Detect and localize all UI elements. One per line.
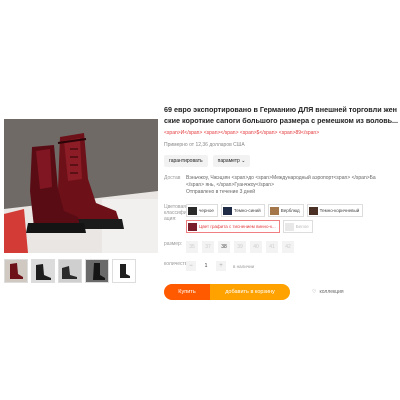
buy-button[interactable]: Купить xyxy=(164,284,210,300)
size-option[interactable]: 38 xyxy=(218,241,230,253)
size-option[interactable]: 40 xyxy=(250,241,262,253)
add-to-cart-button[interactable]: добавить в корзину xyxy=(210,284,290,300)
title-line-1: 69 евро экспортировано в Германию ДЛЯ вн… xyxy=(164,105,397,114)
shipping-label: Достав xyxy=(164,175,181,181)
color-name: Темно-синий xyxy=(233,208,261,213)
main-product-image[interactable] xyxy=(4,119,158,253)
plus-button[interactable]: + xyxy=(216,261,226,271)
thumbnail-strip xyxy=(4,259,136,283)
color-thumbnail xyxy=(269,206,279,215)
color-option[interactable]: Темно-коричневый xyxy=(306,204,364,217)
product-title: 69 евро экспортировано в Германию ДЛЯ вн… xyxy=(164,104,400,126)
color-option[interactable]: Белое xyxy=(282,220,313,233)
shipping-row: Достав Вэньчжоу, Чжэцзян <span>до <span>… xyxy=(164,175,400,196)
color-thumbnail xyxy=(308,206,318,215)
product-info: 69 евро экспортировано в Германию ДЛЯ вн… xyxy=(164,104,400,300)
thumbnail-2[interactable] xyxy=(31,259,55,283)
params-button[interactable]: параметр ⌄ xyxy=(212,155,251,167)
size-options: 35 37 38 39 40 41 42 xyxy=(186,241,294,253)
thumbnail-3[interactable] xyxy=(58,259,82,283)
quantity-input[interactable]: 1 xyxy=(199,261,213,271)
minus-button[interactable]: − xyxy=(186,261,196,271)
shipping-line-2: </span> янь, </span>Гуанчжоу</span> xyxy=(186,182,274,188)
color-option[interactable]: Темно-синий xyxy=(220,204,265,217)
quantity-stepper: − 1 + в наличии xyxy=(186,261,254,271)
guarantee-button[interactable]: гарантировать xyxy=(164,155,208,167)
quantity-row: количество: − 1 + в наличии xyxy=(164,261,400,271)
product-subtitle: <span>И</span> <span></span> <span>$</sp… xyxy=(164,130,320,136)
color-name: Белое xyxy=(295,224,309,229)
size-option[interactable]: 35 xyxy=(186,241,198,253)
color-row: Цветовая классифик ация: черное Темно-си… xyxy=(164,204,400,233)
shipping-line-3: Отправлено в течение 3 дней xyxy=(186,189,256,195)
color-name: Верблюд xyxy=(280,208,300,213)
size-label: размер: xyxy=(164,241,183,247)
params-label: параметр xyxy=(217,158,240,164)
size-option[interactable]: 41 xyxy=(266,241,278,253)
shipping-info: Вэньчжоу, Чжэцзян <span>до <span>Междуна… xyxy=(186,175,376,196)
color-thumbnail xyxy=(188,206,197,215)
color-option-selected[interactable]: Цвет графита с тиснением винно-к... xyxy=(186,220,280,233)
thumbnail-1[interactable] xyxy=(4,259,28,283)
color-thumbnail xyxy=(222,206,232,215)
size-row: размер: 35 37 38 39 40 41 42 xyxy=(164,241,400,253)
title-line-2: ские короткие сапоги большого размера с … xyxy=(164,116,399,125)
collection-button[interactable]: ♡ коллекция xyxy=(312,289,344,295)
size-option[interactable]: 39 xyxy=(234,241,246,253)
color-name: черное xyxy=(199,208,214,213)
color-option[interactable]: черное xyxy=(186,204,218,217)
collection-label: коллекция xyxy=(319,289,344,295)
purchase-actions: Купить добавить в корзину ♡ коллекция xyxy=(164,284,344,300)
color-name: Темно-коричневый xyxy=(319,208,360,213)
color-thumbnail xyxy=(284,222,294,231)
shipping-line-1: Вэньчжоу, Чжэцзян <span>до <span>Междуна… xyxy=(186,175,376,181)
thumbnail-5[interactable] xyxy=(112,259,136,283)
chevron-down-icon: ⌄ xyxy=(241,158,246,164)
size-option[interactable]: 42 xyxy=(282,241,294,253)
size-option[interactable]: 37 xyxy=(202,241,214,253)
color-name: Цвет графита с тиснением винно-к... xyxy=(199,224,276,229)
color-options: черное Темно-синий Верблюд Темно-коричне… xyxy=(186,204,396,233)
stock-status: в наличии xyxy=(233,263,255,269)
info-tabs: гарантировать параметр ⌄ xyxy=(164,155,400,167)
color-label: Цветовая классифик ация: xyxy=(164,204,189,222)
color-thumbnail xyxy=(188,222,197,231)
color-option[interactable]: Верблюд xyxy=(267,204,304,217)
qty-label: количество: xyxy=(164,261,192,267)
heart-icon: ♡ xyxy=(312,289,317,295)
price-text: Примерно от 12,36 долларов США xyxy=(164,142,245,148)
boot-photo xyxy=(4,119,158,253)
thumbnail-4[interactable] xyxy=(85,259,109,283)
